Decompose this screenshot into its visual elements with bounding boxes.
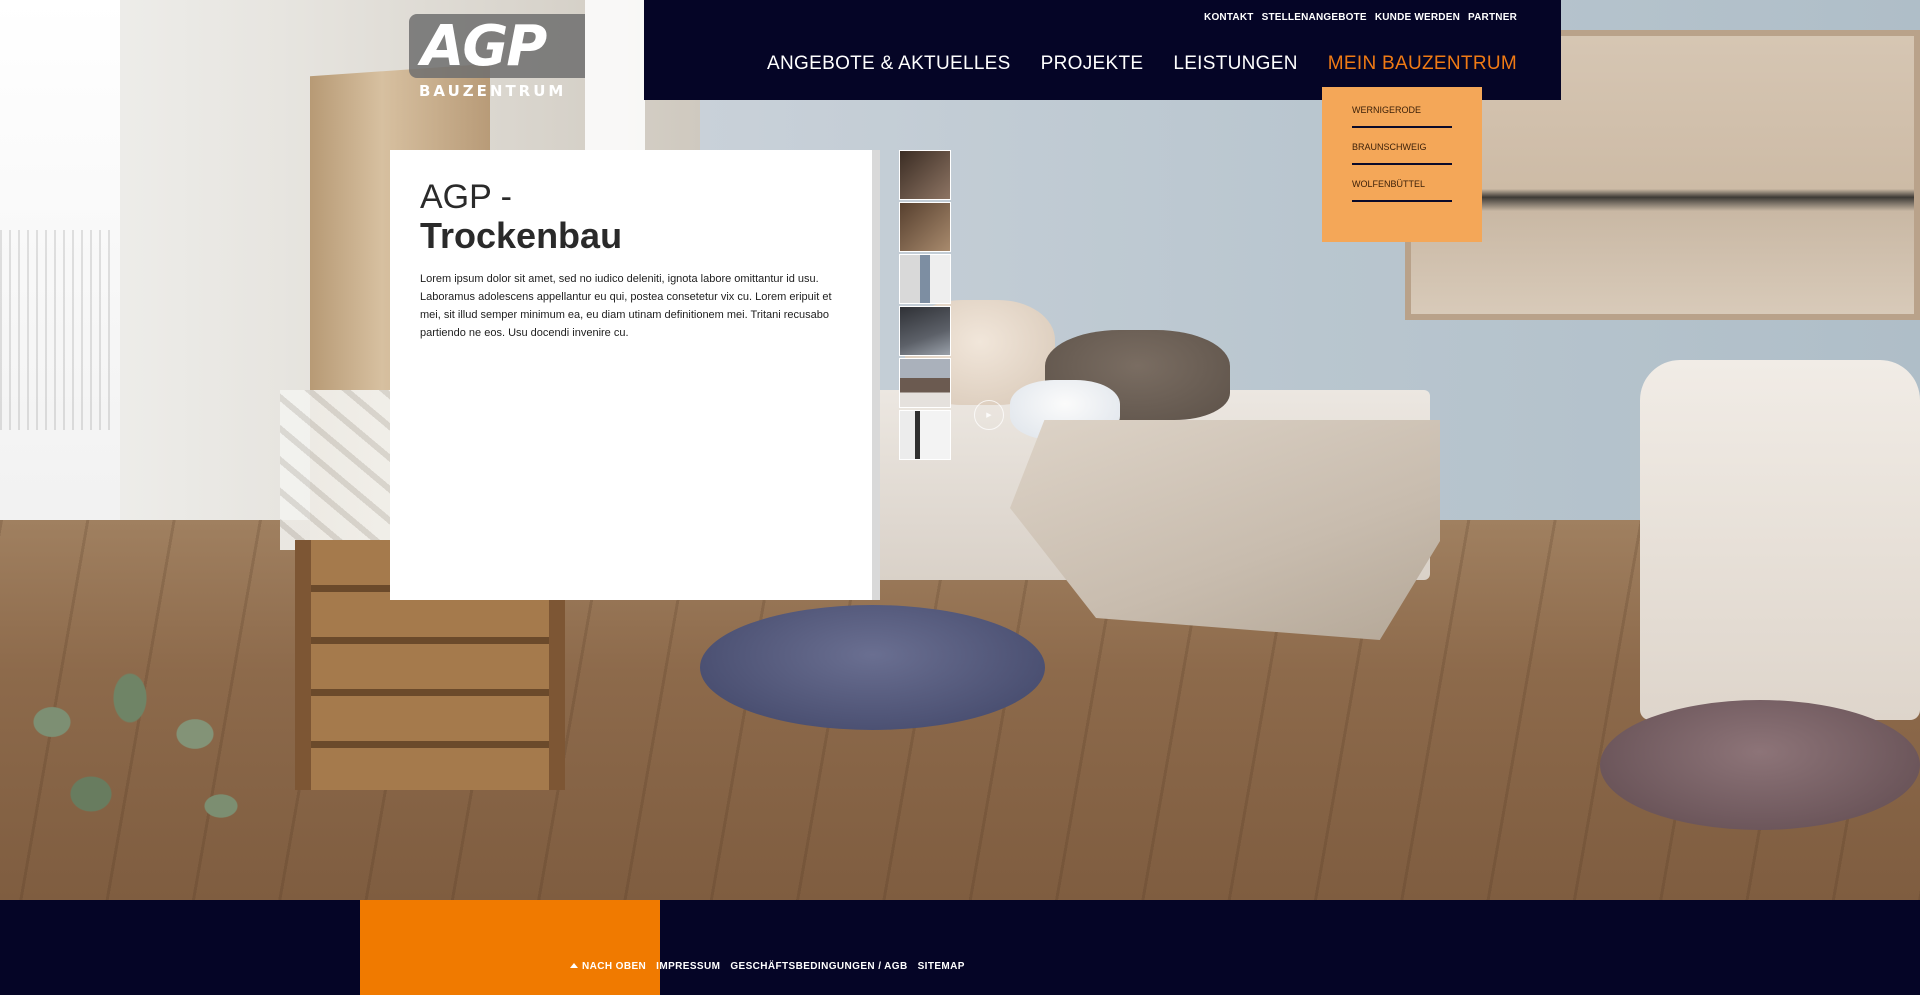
- gallery-next-button[interactable]: ▶: [974, 400, 1004, 430]
- gallery-thumbnails: [899, 150, 951, 460]
- back-to-top-label: NACH OBEN: [582, 961, 647, 972]
- floor-cushion-blue: [700, 605, 1045, 730]
- utility-link-stellenangebote[interactable]: STELLENANGEBOTE: [1262, 12, 1367, 23]
- utility-link-kontakt[interactable]: KONTAKT: [1204, 12, 1254, 23]
- logo-text: AGP: [421, 14, 547, 79]
- mein-bauzentrum-dropdown: WERNIGERODE BRAUNSCHWEIG WOLFENBÜTTEL: [1322, 87, 1482, 242]
- footer: NACH OBEN IMPRESSUM GESCHÄFTSBEDINGUNGEN…: [0, 900, 1920, 995]
- nav-projekte[interactable]: PROJEKTE: [1041, 53, 1144, 75]
- cactus-plants: [0, 650, 260, 890]
- nav-leistungen[interactable]: LEISTUNGEN: [1173, 53, 1297, 75]
- gallery-thumbnail[interactable]: [899, 358, 951, 408]
- footer-link-impressum[interactable]: IMPRESSUM: [656, 961, 720, 972]
- nav-mein-bauzentrum[interactable]: MEIN BAUZENTRUM: [1328, 53, 1517, 75]
- utility-link-kunde-werden[interactable]: KUNDE WERDEN: [1375, 12, 1460, 23]
- logo-backdrop: [585, 0, 645, 150]
- main-nav: ANGEBOTE & AKTUELLES PROJEKTE LEISTUNGEN…: [767, 53, 1517, 75]
- footer-links: NACH OBEN IMPRESSUM GESCHÄFTSBEDINGUNGEN…: [570, 961, 965, 972]
- content-card: AGP - Trockenbau Lorem ipsum dolor sit a…: [390, 150, 872, 600]
- gallery-thumbnail[interactable]: [899, 306, 951, 356]
- gallery-thumbnail[interactable]: [899, 150, 951, 200]
- footer-accent-block: [360, 900, 660, 995]
- dropdown-item-wolfenbuettel[interactable]: WOLFENBÜTTEL: [1352, 173, 1452, 202]
- window-trees: [0, 230, 110, 430]
- arrow-right-icon: ▶: [986, 412, 992, 419]
- nav-angebote-aktuelles[interactable]: ANGEBOTE & AKTUELLES: [767, 53, 1011, 75]
- agp-logo[interactable]: AGP BAUZENTRUM: [409, 14, 585, 106]
- footer-link-agb[interactable]: GESCHÄFTSBEDINGUNGEN / AGB: [730, 961, 907, 972]
- gallery-thumbnail[interactable]: [899, 202, 951, 252]
- footer-link-sitemap[interactable]: SITEMAP: [918, 961, 965, 972]
- dropdown-item-wernigerode[interactable]: WERNIGERODE: [1352, 99, 1452, 128]
- arrow-up-icon: [570, 963, 578, 968]
- dropdown-item-braunschweig[interactable]: BRAUNSCHWEIG: [1352, 136, 1452, 165]
- utility-nav: KONTAKT STELLENANGEBOTE KUNDE WERDEN PAR…: [1204, 12, 1517, 23]
- card-edge: [872, 150, 880, 600]
- card-title-prefix: AGP -: [420, 178, 512, 216]
- back-to-top-link[interactable]: NACH OBEN: [570, 961, 646, 972]
- card-title: Trockenbau: [420, 215, 623, 256]
- card-body-text: Lorem ipsum dolor sit amet, sed no iudic…: [420, 273, 832, 339]
- utility-link-partner[interactable]: PARTNER: [1468, 12, 1517, 23]
- floor-cushion-mauve: [1600, 700, 1920, 830]
- hero-background-image: [0, 0, 1920, 900]
- gallery-thumbnail[interactable]: [899, 410, 951, 460]
- header-nav-panel: KONTAKT STELLENANGEBOTE KUNDE WERDEN PAR…: [644, 0, 1561, 100]
- gallery-thumbnail[interactable]: [899, 254, 951, 304]
- armchair: [1640, 360, 1920, 720]
- logo-subtitle: BAUZENTRUM: [419, 82, 567, 100]
